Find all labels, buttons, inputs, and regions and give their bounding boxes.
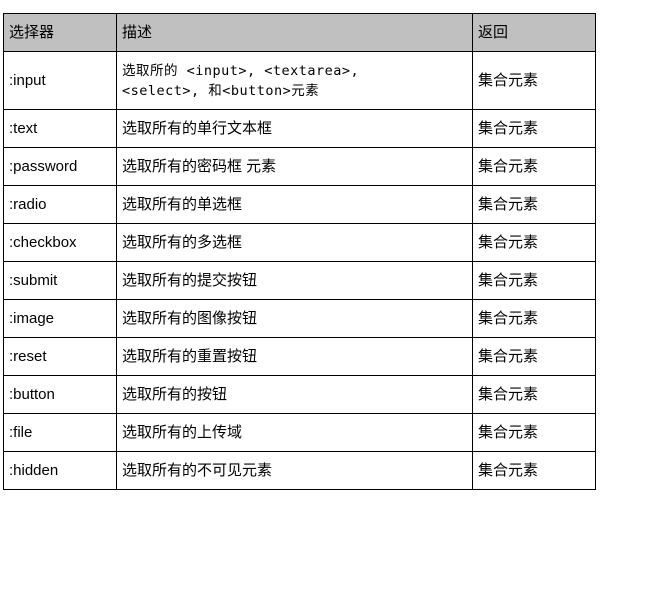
cell-returns: 集合元素 [472,185,596,224]
table-header: 选择器 描述 返回 [3,13,596,52]
cell-returns: 集合元素 [472,413,596,452]
cell-description: 选取所有的单选框 [116,185,473,224]
cell-description: 选取所有的多选框 [116,223,473,262]
cell-description: 选取所有的图像按钮 [116,299,473,338]
cell-description: 选取所有的不可见元素 [116,451,473,490]
cell-returns: 集合元素 [472,109,596,148]
table-row: :submit 选取所有的提交按钮 集合元素 [3,261,596,300]
table-row: :image 选取所有的图像按钮 集合元素 [3,299,596,338]
cell-selector: :checkbox [3,223,117,262]
description-line-1: 选取所的 <input>, <textarea>, [122,63,360,79]
table-row: :reset 选取所有的重置按钮 集合元素 [3,337,596,376]
cell-selector: :text [3,109,117,148]
description-line-2: <select>, 和<button>元素 [122,83,320,99]
cell-selector: :submit [3,261,117,300]
column-header-description: 描述 [116,13,473,52]
cell-returns: 集合元素 [472,451,596,490]
cell-returns: 集合元素 [472,51,596,110]
table-row: :input 选取所的 <input>, <textarea>, <select>… [3,51,596,110]
table-row: :password 选取所有的密码框 元素 集合元素 [3,147,596,186]
cell-selector: :file [3,413,117,452]
cell-description: 选取所有的提交按钮 [116,261,473,300]
cell-description: 选取所有的单行文本框 [116,109,473,148]
page-root: 选择器 描述 返回 :input 选取所的 <input>, <textarea… [0,0,662,610]
cell-description: 选取所的 <input>, <textarea>, <select>, 和<but… [116,51,473,110]
cell-selector: :button [3,375,117,414]
table-header-row: 选择器 描述 返回 [3,13,596,52]
column-header-selector: 选择器 [3,13,117,52]
cell-returns: 集合元素 [472,375,596,414]
table-row: :button 选取所有的按钮 集合元素 [3,375,596,414]
cell-returns: 集合元素 [472,223,596,262]
table-row: :radio 选取所有的单选框 集合元素 [3,185,596,224]
cell-description: 选取所有的重置按钮 [116,337,473,376]
jquery-form-selector-table: 选择器 描述 返回 :input 选取所的 <input>, <textarea… [3,13,596,490]
cell-selector: :password [3,147,117,186]
cell-description: 选取所有的按钮 [116,375,473,414]
cell-description: 选取所有的上传域 [116,413,473,452]
column-header-returns: 返回 [472,13,596,52]
table-row: :checkbox 选取所有的多选框 集合元素 [3,223,596,262]
cell-selector: :reset [3,337,117,376]
cell-description: 选取所有的密码框 元素 [116,147,473,186]
cell-selector: :image [3,299,117,338]
table-body: :input 选取所的 <input>, <textarea>, <select>… [3,51,596,490]
cell-selector: :radio [3,185,117,224]
table-row: :hidden 选取所有的不可见元素 集合元素 [3,451,596,490]
cell-selector: :hidden [3,451,117,490]
cell-returns: 集合元素 [472,337,596,376]
cell-selector: :input [3,51,117,110]
table-row: :text 选取所有的单行文本框 集合元素 [3,109,596,148]
cell-returns: 集合元素 [472,147,596,186]
table-row: :file 选取所有的上传域 集合元素 [3,413,596,452]
cell-returns: 集合元素 [472,261,596,300]
cell-returns: 集合元素 [472,299,596,338]
